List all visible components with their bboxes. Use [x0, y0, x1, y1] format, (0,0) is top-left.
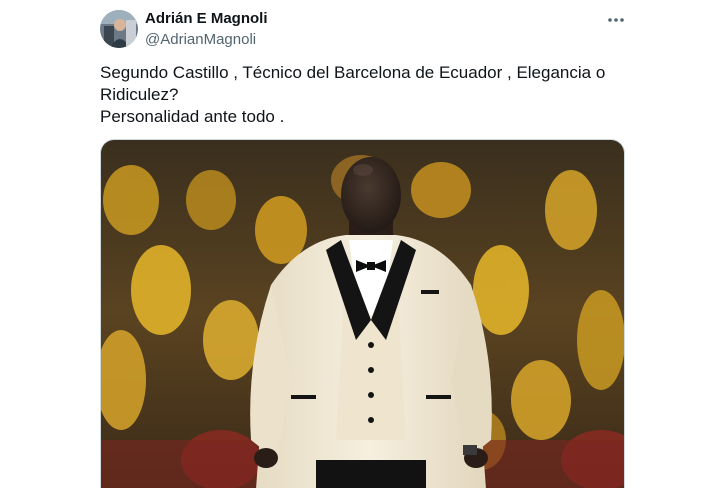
tweet-text-line: Segundo Castillo , Técnico del Barcelona…	[100, 63, 606, 82]
tweet: Adrián E Magnoli @AdrianMagnoli Segundo …	[0, 0, 728, 488]
author-display-name[interactable]: Adrián E Magnoli	[145, 11, 268, 26]
tweet-text-line: Ridiculez?	[100, 85, 179, 104]
tweet-text: Segundo Castillo , Técnico del Barcelona…	[100, 62, 620, 128]
more-horizontal-icon	[608, 18, 624, 22]
avatar[interactable]	[100, 10, 138, 48]
photo-man-in-white-tuxedo	[101, 140, 624, 488]
tweet-text-line: Personalidad ante todo .	[100, 107, 285, 126]
more-options-button[interactable]	[604, 10, 628, 30]
avatar-image	[100, 10, 138, 48]
author-block: Adrián E Magnoli @AdrianMagnoli	[145, 11, 268, 47]
tweet-photo[interactable]	[100, 139, 625, 488]
author-handle[interactable]: @AdrianMagnoli	[145, 32, 268, 47]
